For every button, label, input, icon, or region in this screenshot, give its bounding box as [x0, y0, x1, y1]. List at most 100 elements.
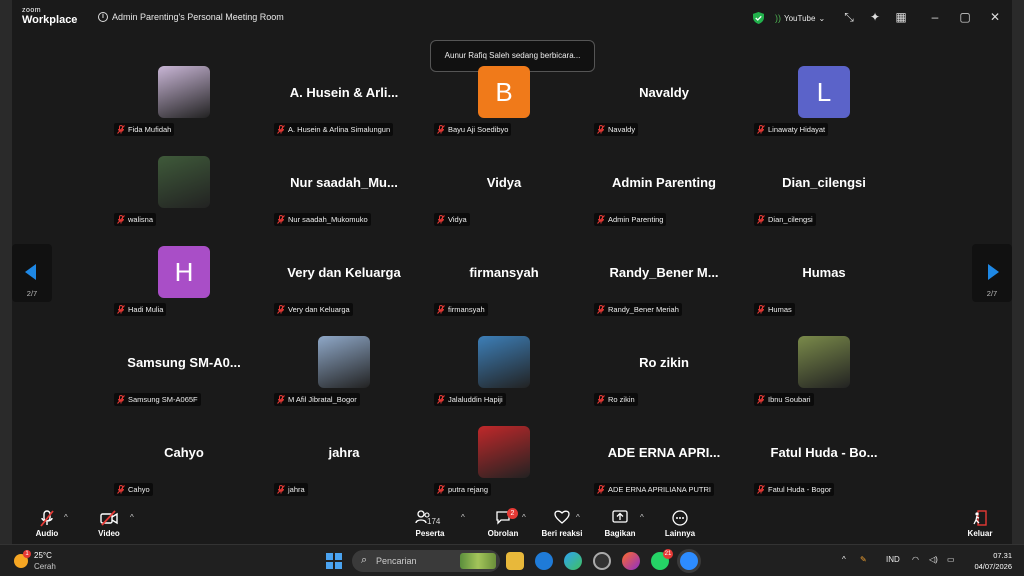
zoom-active-icon[interactable]: [680, 552, 698, 570]
participant-tile[interactable]: H Hadi Mulia: [104, 238, 264, 328]
participant-tile[interactable]: Samsung SM-A0... Samsung SM-A065F: [104, 328, 264, 418]
participant-tile[interactable]: Ibnu Soubari: [744, 328, 904, 418]
participant-display-name: A. Husein & Arli...: [289, 85, 399, 100]
language-indicator[interactable]: IND: [886, 555, 900, 564]
participant-tile[interactable]: Nur saadah_Mu... Nur saadah_Mukomuko: [264, 148, 424, 238]
minimize-button[interactable]: –: [928, 10, 942, 24]
close-button[interactable]: ✕: [988, 10, 1002, 24]
participant-tile[interactable]: firmansyah firmansyah: [424, 238, 584, 328]
magic-wand-icon[interactable]: ⤡: [842, 10, 856, 24]
participant-name-label: Dian_cilengsi: [754, 213, 816, 226]
participant-tile[interactable]: Cahyo Cahyo: [104, 418, 264, 508]
reactions-button[interactable]: Beri reaksi: [536, 510, 588, 538]
brand-top: zoom: [22, 7, 42, 14]
participant-avatar: B: [478, 66, 530, 118]
participant-tile[interactable]: walisna: [104, 148, 264, 238]
participant-tile[interactable]: Randy_Bener M... Randy_Bener Meriah: [584, 238, 744, 328]
chevron-down-icon: ⌄: [818, 13, 826, 23]
grid-view-icon[interactable]: ▦: [894, 10, 908, 24]
participant-name-label: ADE ERNA APRILIANA PUTRI: [594, 483, 714, 496]
participant-tile[interactable]: ADE ERNA APRI... ADE ERNA APRILIANA PUTRI: [584, 418, 744, 508]
reactions-options-caret[interactable]: ^: [576, 513, 580, 522]
participant-tile[interactable]: jahra jahra: [264, 418, 424, 508]
participant-tile[interactable]: B Bayu Aji Soedibyo: [424, 58, 584, 148]
share-button[interactable]: Bagikan: [595, 510, 645, 538]
system-clock[interactable]: 07.31 04/07/2026: [968, 550, 1012, 572]
participant-tile[interactable]: M Afil Jibratal_Bogor: [264, 328, 424, 418]
heart-icon: [536, 510, 588, 528]
arrow-right-icon: [988, 264, 999, 280]
participant-tile[interactable]: A. Husein & Arli... A. Husein & Arlina Si…: [264, 58, 424, 148]
pen-tray-icon[interactable]: ✎: [860, 555, 867, 564]
audio-label: Audio: [35, 529, 59, 538]
video-options-caret[interactable]: ^: [130, 513, 134, 522]
mic-muted-icon: [117, 125, 125, 134]
clock-app-icon[interactable]: [593, 552, 611, 570]
prev-page-button[interactable]: 2/7: [12, 244, 52, 302]
mic-muted-icon: [277, 485, 285, 494]
shield-icon[interactable]: [753, 12, 764, 24]
participant-avatar: [318, 336, 370, 388]
participant-name-label: A. Husein & Arlina Simalungun: [274, 123, 394, 136]
participant-tile[interactable]: Ro zikin Ro zikin: [584, 328, 744, 418]
participant-tile[interactable]: Fatul Huda - Bo... Fatul Huda - Bogor: [744, 418, 904, 508]
participant-tile[interactable]: L Linawaty Hidayat: [744, 58, 904, 148]
page-indicator-left: 2/7: [26, 289, 38, 298]
mic-muted-icon: [757, 305, 765, 314]
battery-icon[interactable]: ▭: [947, 555, 955, 564]
participants-count: 174: [427, 517, 441, 526]
arrow-left-icon: [25, 264, 36, 280]
participant-tile[interactable]: Very dan Keluarga Very dan Keluarga: [264, 238, 424, 328]
participant-tile[interactable]: putra rejang: [424, 418, 584, 508]
participant-name-text: Jalaluddin Hapiji: [448, 395, 503, 404]
chat-button[interactable]: 2 Obrolan: [478, 508, 528, 538]
sparkle-icon[interactable]: ✦: [868, 10, 882, 24]
people-icon: 174: [405, 510, 455, 528]
taskbar-search[interactable]: ⌕ Pencarian: [352, 550, 500, 572]
edge-browser-icon[interactable]: [564, 552, 582, 570]
participant-display-name: Humas: [802, 265, 846, 280]
participant-name-label: Samsung SM-A065F: [114, 393, 201, 406]
mic-muted-icon: [277, 395, 285, 404]
participant-tile[interactable]: Jalaluddin Hapiji: [424, 328, 584, 418]
participant-tile[interactable]: Vidya Vidya: [424, 148, 584, 238]
participant-tile[interactable]: Navaldy Navaldy: [584, 58, 744, 148]
zoom-app-icon[interactable]: [535, 552, 553, 570]
participant-name-text: Linawaty Hidayat: [768, 125, 826, 134]
tray-overflow-icon[interactable]: ^: [842, 555, 846, 564]
meeting-title: Admin Parenting's Personal Meeting Room: [112, 12, 284, 22]
participant-avatar: [158, 66, 210, 118]
participants-options-caret[interactable]: ^: [461, 513, 465, 522]
firefox-icon[interactable]: [622, 552, 640, 570]
participant-name-text: walisna: [128, 215, 154, 224]
participant-tile[interactable]: Fida Mufidah: [104, 58, 264, 148]
info-icon[interactable]: i: [98, 12, 108, 22]
participant-tile[interactable]: Dian_cilengsi Dian_cilengsi: [744, 148, 904, 238]
participant-tile[interactable]: Humas Humas: [744, 238, 904, 328]
app-logo: zoom Workplace: [22, 7, 77, 26]
whatsapp-icon[interactable]: 21: [651, 549, 673, 570]
maximize-button[interactable]: ▢: [958, 10, 972, 24]
share-options-caret[interactable]: ^: [640, 513, 644, 522]
participant-name-label: Fatul Huda - Bogor: [754, 483, 835, 496]
more-button[interactable]: Lainnya: [655, 510, 705, 538]
chat-options-caret[interactable]: ^: [522, 513, 526, 522]
participant-name-label: M Afil Jibratal_Bogor: [274, 393, 360, 406]
windows-start-icon[interactable]: [326, 553, 342, 569]
audio-options-caret[interactable]: ^: [64, 513, 68, 522]
next-page-button[interactable]: 2/7: [972, 244, 1012, 302]
participants-button[interactable]: 174 Peserta: [405, 510, 455, 538]
mic-muted-icon: [597, 305, 605, 314]
participant-name-text: Navaldy: [608, 125, 636, 134]
leave-button[interactable]: Keluar: [955, 510, 1005, 538]
volume-icon[interactable]: ◁): [929, 555, 938, 564]
wifi-icon[interactable]: ◠: [912, 555, 919, 564]
youtube-stream-menu[interactable]: )) YouTube ⌄: [775, 13, 825, 23]
brand-bottom: Workplace: [22, 14, 78, 26]
participant-name-label: Hadi Mulia: [114, 303, 167, 316]
file-explorer-icon[interactable]: [506, 552, 524, 570]
video-button[interactable]: Video: [84, 510, 134, 538]
participant-name-label: walisna: [114, 213, 157, 226]
stream-label: YouTube: [784, 13, 816, 23]
participant-tile[interactable]: Admin Parenting Admin Parenting: [584, 148, 744, 238]
